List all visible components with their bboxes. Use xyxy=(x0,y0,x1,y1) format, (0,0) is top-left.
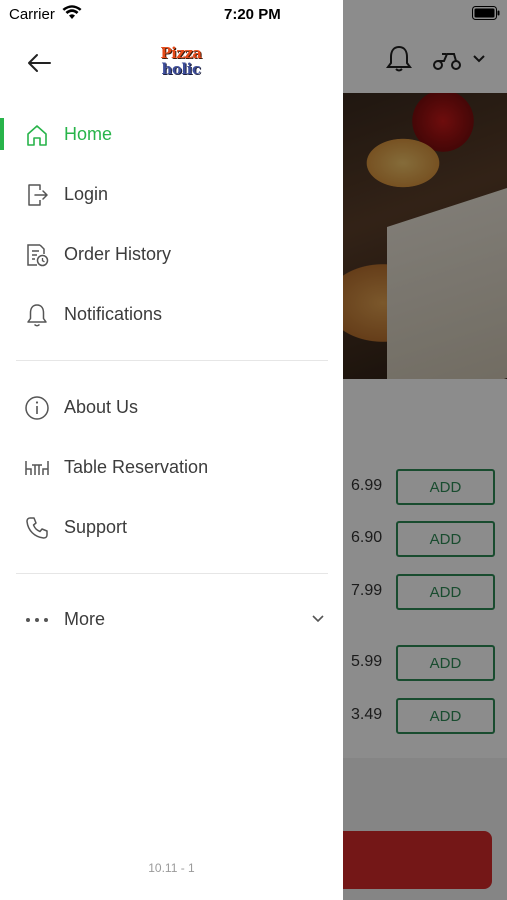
carrier-label: Carrier xyxy=(9,6,55,23)
menu-label: Login xyxy=(64,184,109,204)
menu-item-home[interactable]: Home xyxy=(0,110,343,158)
menu-label: About Us xyxy=(64,397,139,417)
menu-item-notifications[interactable]: Notifications xyxy=(0,290,343,338)
divider xyxy=(16,573,328,574)
battery-icon xyxy=(472,6,500,20)
divider xyxy=(16,360,328,361)
menu-label: Notifications xyxy=(64,304,163,324)
clock: 7:20 PM xyxy=(224,6,281,23)
menu-item-login[interactable]: Login xyxy=(0,170,343,218)
table-icon xyxy=(25,461,49,475)
menu-item-about-us[interactable]: About Us xyxy=(0,383,343,431)
menu-label: Home xyxy=(64,124,113,144)
menu-label: More xyxy=(64,609,106,629)
bell-icon xyxy=(27,304,47,327)
login-icon xyxy=(28,184,48,206)
wifi-icon xyxy=(62,5,82,19)
logo-text-bottom: holic xyxy=(161,60,201,78)
menu-item-more[interactable]: More xyxy=(0,595,343,643)
chevron-down-icon[interactable] xyxy=(311,614,325,624)
app-version: 10.11 - 1 xyxy=(148,861,195,875)
menu-label: Order History xyxy=(64,244,172,264)
menu-item-order-history[interactable]: Order History xyxy=(0,230,343,278)
home-icon xyxy=(27,125,47,146)
menu-label: Support xyxy=(64,517,128,537)
phone-icon xyxy=(26,517,48,539)
info-icon xyxy=(25,396,49,420)
more-dots-icon xyxy=(26,618,48,622)
order-history-icon xyxy=(27,244,49,267)
menu-item-table-reservation[interactable]: Table Reservation xyxy=(0,443,343,491)
arrow-left-icon[interactable] xyxy=(26,52,52,74)
menu-label: Table Reservation xyxy=(64,457,209,477)
menu-item-support[interactable]: Support xyxy=(0,503,343,551)
status-bar: Carrier 7:20 PM xyxy=(0,0,507,26)
navigation-drawer: Pizza holic Home Login Order History Not… xyxy=(0,0,343,900)
app-logo: Pizza holic xyxy=(158,44,204,80)
